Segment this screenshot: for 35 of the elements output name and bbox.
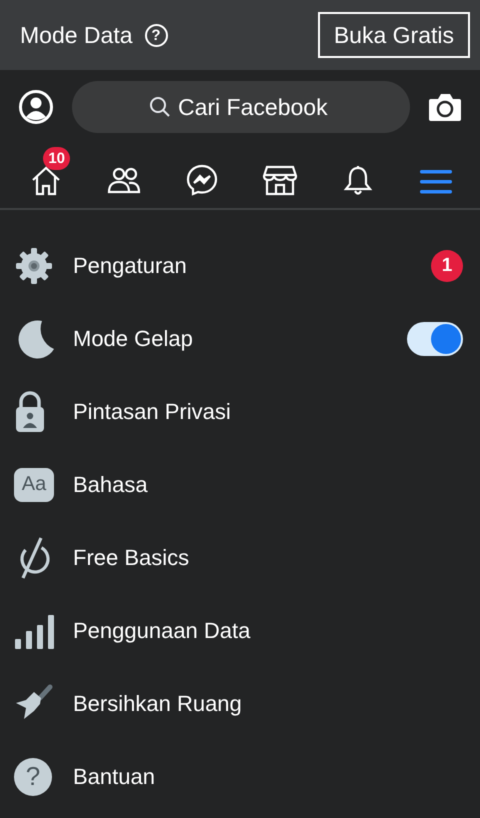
bar-chart-icon [14,612,54,648]
menu-label: Penggunaan Data [73,618,250,644]
menu-item[interactable]: ? Bantuan [0,740,480,813]
help-icon: ? [14,758,52,796]
store-icon [262,163,298,197]
notification-badge: 10 [43,147,70,170]
menu-label: Mode Gelap [73,326,193,352]
menu-item[interactable]: Bersihkan Ruang [0,667,480,740]
search-field[interactable]: Cari Facebook [72,81,410,133]
messenger-icon [185,163,219,197]
menu-label: Bahasa [73,472,148,498]
menu-item[interactable]: Pengaturan 1 [0,229,480,302]
bell-icon [343,163,373,197]
menu-label: Bersihkan Ruang [73,690,242,716]
gear-icon [14,246,54,286]
menu-item[interactable]: Penggunaan Data [0,594,480,667]
notification-badge: 1 [431,250,463,282]
nav-tab[interactable]: 10 [22,147,70,197]
text-icon: Aa [14,468,54,502]
menu-label: Free Basics [73,544,190,570]
menu-label: Bantuan [73,764,155,790]
profile-icon[interactable] [18,89,54,125]
padlock-icon [14,390,46,432]
menu-item[interactable]: Mode Gelap [0,302,480,375]
toggle-switch[interactable] [407,322,463,356]
menu-item[interactable]: Free Basics [0,521,480,594]
menu-label: Pintasan Privasi [73,398,231,424]
mode-title: Mode Data [20,22,133,48]
help-icon[interactable]: ? [144,24,168,46]
menu-label: Pengaturan [73,252,187,278]
open-free-button[interactable]: Buka Gratis [318,12,470,58]
search-icon [148,95,172,119]
camera-icon[interactable] [428,92,462,122]
menu-item[interactable]: Aa Bahasa [0,448,480,521]
menu-item[interactable]: Pintasan Privasi [0,375,480,448]
